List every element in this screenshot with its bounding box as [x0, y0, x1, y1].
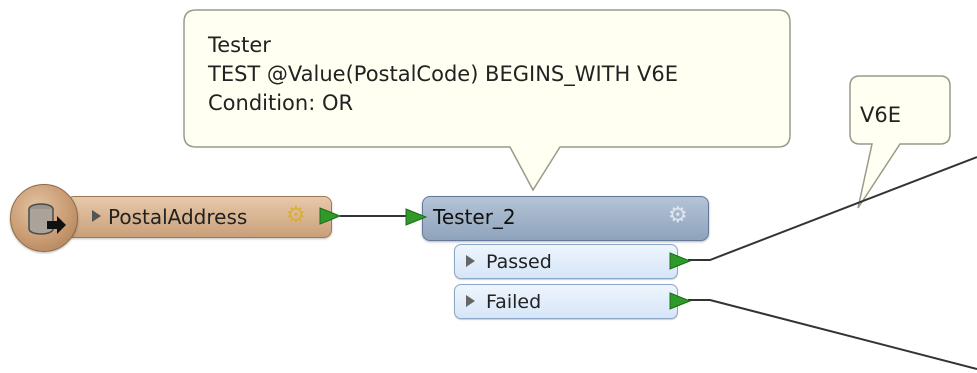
- reader-output-port-icon[interactable]: [318, 206, 342, 226]
- tester-input-port-icon[interactable]: [404, 207, 428, 227]
- annotation-line-condition: Condition: OR: [208, 91, 354, 115]
- failed-output-connection[interactable]: [688, 299, 977, 370]
- passed-output-connection[interactable]: [688, 156, 977, 261]
- annotation-line-title: Tester: [208, 33, 271, 57]
- database-reader-icon: [10, 184, 78, 252]
- failed-output-port-icon[interactable]: [668, 291, 692, 311]
- reader-node-label: PostalAddress: [108, 205, 248, 229]
- expand-failed-icon[interactable]: [466, 295, 475, 307]
- passed-output-port-icon[interactable]: [668, 251, 692, 271]
- tester-gear-icon[interactable]: ⚙: [668, 205, 688, 227]
- connection-annotation-label: V6E: [860, 103, 901, 127]
- tester-annotation-text: Tester TEST @Value(PostalCode) BEGINS_WI…: [208, 31, 678, 118]
- connection-annotation-callout[interactable]: [849, 75, 951, 209]
- failed-port-label: Failed: [486, 291, 542, 313]
- annotation-line-test: TEST @Value(PostalCode) BEGINS_WITH V6E: [208, 62, 678, 86]
- reader-gear-icon[interactable]: ⚙: [286, 205, 306, 227]
- passed-port-label: Passed: [486, 251, 552, 273]
- workspace-canvas[interactable]: Tester TEST @Value(PostalCode) BEGINS_WI…: [0, 0, 977, 373]
- tester-node-label: Tester_2: [433, 205, 516, 229]
- expand-passed-icon[interactable]: [466, 255, 475, 267]
- expand-reader-icon[interactable]: [92, 210, 101, 222]
